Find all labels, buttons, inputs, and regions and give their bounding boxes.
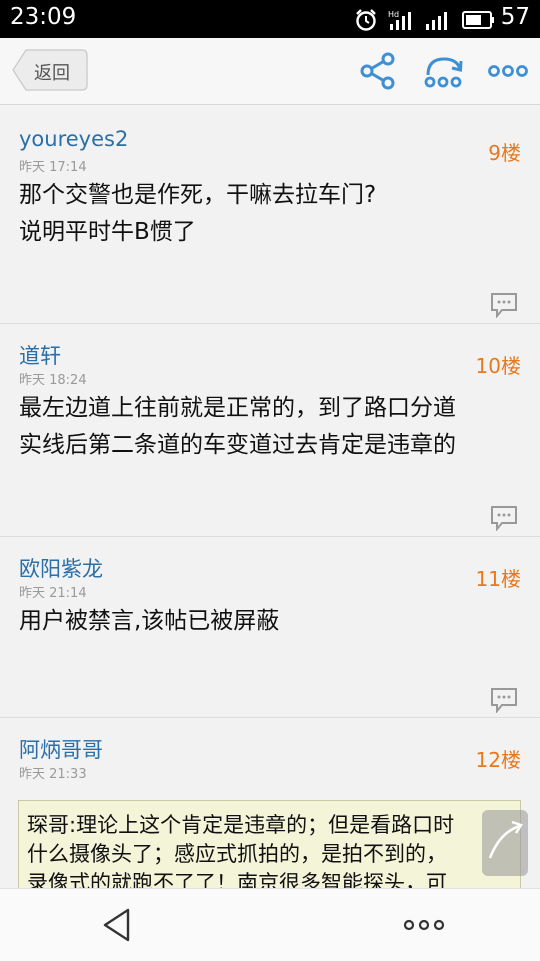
battery-icon: [462, 8, 496, 36]
floating-scroll-button[interactable]: [482, 810, 528, 876]
menu-dots-icon[interactable]: [402, 913, 446, 941]
post-content-line: 最左边道上往前就是正常的，到了路口分道: [19, 395, 456, 421]
svg-text:Hd: Hd: [388, 10, 399, 19]
post-floor: 10楼: [475, 354, 521, 378]
more-menu-icon[interactable]: [486, 51, 530, 95]
back-button[interactable]: 返回: [12, 49, 88, 91]
signal-icon: [424, 8, 452, 36]
bottom-nav-bar: [0, 888, 540, 961]
hd-signal-icon: Hd: [388, 8, 416, 36]
post-content-line: 用户被禁言,该帖已被屏蔽: [19, 608, 280, 634]
post-time: 昨天 17:14: [19, 160, 87, 175]
top-nav-bar: 返回: [0, 38, 540, 105]
status-time: 23:09: [10, 4, 77, 30]
battery-percent: 57: [500, 4, 530, 30]
post-author[interactable]: 道轩: [19, 340, 61, 370]
share-icon[interactable]: [358, 51, 398, 95]
comment-icon[interactable]: [490, 292, 518, 322]
refresh-icon[interactable]: [422, 51, 466, 95]
post-content: 那个交警也是作死，干嘛去拉车门? 说明平时牛B惯了: [19, 177, 376, 251]
post-time: 昨天 21:14: [19, 586, 87, 601]
back-triangle-icon[interactable]: [100, 907, 134, 947]
post-author[interactable]: 阿炳哥哥: [19, 734, 103, 764]
quote-line: 琛哥:理论上这个肯定是违章的；但是看路口时: [27, 813, 455, 837]
post-floor-9: youreyes2 昨天 17:14 9楼 那个交警也是作死，干嘛去拉车门? 说…: [0, 111, 540, 324]
post-content: 用户被禁言,该帖已被屏蔽: [19, 603, 279, 640]
post-floor: 11楼: [475, 567, 521, 591]
comment-icon[interactable]: [490, 505, 518, 535]
post-time: 昨天 18:24: [19, 373, 87, 388]
post-content-line: 说明平时牛B惯了: [19, 219, 196, 245]
post-author[interactable]: youreyes2: [19, 127, 128, 151]
quote-text: 琛哥:理论上这个肯定是违章的；但是看路口时 什么摄像头了；感应式抓拍的，是拍不到…: [27, 811, 454, 898]
back-label: 返回: [34, 63, 70, 84]
comment-icon[interactable]: [490, 687, 518, 717]
post-floor-10: 道轩 昨天 18:24 10楼 最左边道上往前就是正常的，到了路口分道 实线后第…: [0, 324, 540, 537]
status-bar: 23:09 Hd 57: [0, 0, 540, 38]
post-floor-11: 欧阳紫龙 昨天 21:14 11楼 用户被禁言,该帖已被屏蔽: [0, 537, 540, 718]
post-content-line: 那个交警也是作死，干嘛去拉车门?: [19, 182, 377, 208]
quote-line: 什么摄像头了；感应式抓拍的，是拍不到的，: [27, 842, 447, 866]
post-floor: 9楼: [488, 141, 521, 165]
post-content: 最左边道上往前就是正常的，到了路口分道 实线后第二条道的车变道过去肯定是违章的: [19, 390, 456, 464]
post-author[interactable]: 欧阳紫龙: [19, 553, 103, 583]
post-content-line: 实线后第二条道的车变道过去肯定是违章的: [19, 432, 456, 458]
post-time: 昨天 21:33: [19, 767, 87, 782]
post-floor: 12楼: [475, 748, 521, 772]
alarm-icon: [354, 8, 378, 36]
quote-box: 琛哥:理论上这个肯定是违章的；但是看路口时 什么摄像头了；感应式抓拍的，是拍不到…: [18, 800, 521, 900]
